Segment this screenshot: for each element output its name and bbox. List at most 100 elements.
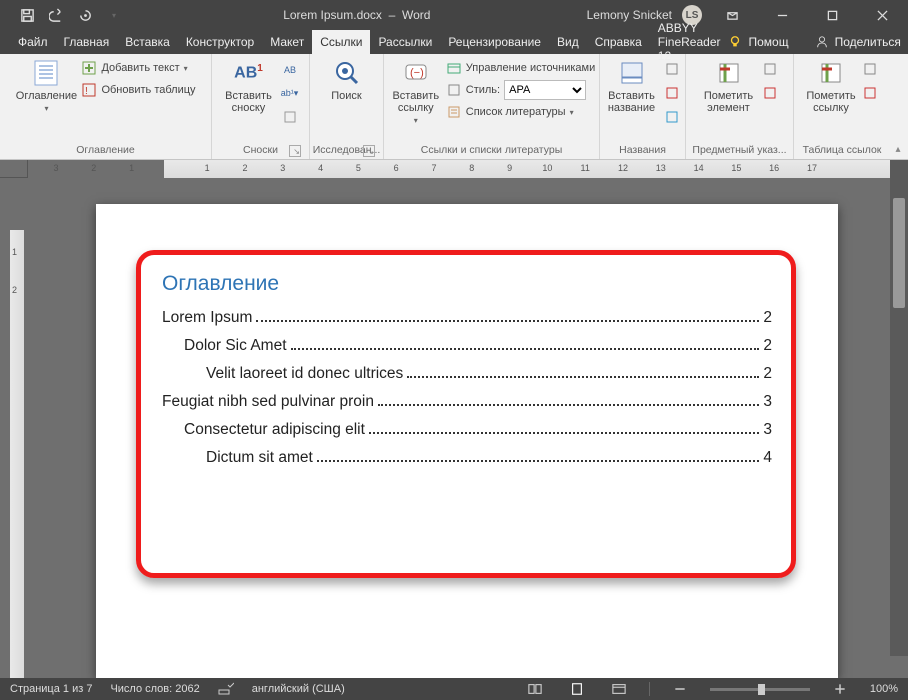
caption-sub3-button[interactable]	[661, 106, 683, 128]
workspace: 3211234567891011121314151617 12 Оглавлен…	[0, 160, 908, 678]
footnote-next-button[interactable]: ab¹▾	[279, 82, 301, 104]
group-authorities-label: Таблица ссылок	[803, 144, 882, 156]
doc-name: Lorem Ipsum.docx	[283, 8, 382, 22]
title-bar: ▾ Lorem Ipsum.docx – Word Lemony Snicket…	[0, 0, 908, 30]
collapse-ribbon-button[interactable]: ▴	[890, 54, 906, 159]
insert-caption-button[interactable]: Вставить название	[603, 58, 661, 114]
zoom-in-button[interactable]	[828, 680, 852, 698]
index-sub1-button[interactable]	[759, 58, 781, 80]
vertical-scrollbar[interactable]	[890, 160, 908, 656]
tab-references[interactable]: Ссылки	[312, 30, 370, 54]
status-page[interactable]: Страница 1 из 7	[10, 683, 92, 695]
group-footnotes: AB1 Вставить сноску AB ab¹▾ Сноски ↘	[212, 54, 310, 159]
ruler-tick: 3	[280, 163, 285, 173]
ruler-tick: 6	[394, 163, 399, 173]
tab-help[interactable]: Справка	[587, 30, 650, 54]
tab-view[interactable]: Вид	[549, 30, 587, 54]
qat-customize-button[interactable]: ▾	[101, 2, 127, 28]
footnote-show-button[interactable]	[279, 106, 301, 128]
mark-entry-button[interactable]: Пометить элемент	[699, 58, 759, 114]
zoom-slider[interactable]	[710, 688, 810, 691]
footnotes-launcher[interactable]: ↘	[289, 145, 301, 157]
ruler-tick: 2	[91, 163, 96, 173]
web-layout-button[interactable]	[607, 680, 631, 698]
ruler-tick: 5	[356, 163, 361, 173]
maximize-button[interactable]	[812, 0, 852, 30]
tab-file[interactable]: Файл	[10, 30, 56, 54]
insert-citation-button[interactable]: (−) Вставить ссылку▾	[388, 58, 444, 125]
minimize-button[interactable]	[762, 0, 802, 30]
auth-sub2-button[interactable]	[859, 82, 881, 104]
status-bar: Страница 1 из 7 Число слов: 2062 английс…	[0, 678, 908, 700]
tab-home[interactable]: Главная	[56, 30, 118, 54]
caption-sub1-button[interactable]	[661, 58, 683, 80]
toc-label: Оглавление	[16, 90, 77, 102]
separator	[649, 682, 650, 696]
tab-layout[interactable]: Макет	[262, 30, 312, 54]
toc-button[interactable]: Оглавление ▾	[15, 58, 77, 113]
svg-text:!: !	[85, 86, 88, 97]
citation-style-select[interactable]: APA	[504, 80, 586, 100]
tab-design[interactable]: Конструктор	[178, 30, 262, 54]
window-title: Lorem Ipsum.docx – Word	[127, 8, 587, 22]
style-icon	[446, 82, 462, 98]
quick-access-toolbar: ▾	[0, 2, 127, 28]
tab-insert[interactable]: Вставка	[117, 30, 178, 54]
status-words[interactable]: Число слов: 2062	[110, 683, 199, 695]
ruler-tick: 1	[12, 247, 17, 257]
zoom-level[interactable]: 100%	[870, 683, 898, 695]
ruler-tick: 10	[542, 163, 552, 173]
citation-style-row: Стиль: APA	[446, 80, 595, 100]
document-view[interactable]: Оглавление Lorem Ipsum2Dolor Sic Amet2Ve…	[28, 178, 890, 678]
share-button[interactable]: Поделиться	[835, 35, 901, 49]
footnote-sub1-button[interactable]: AB	[279, 58, 301, 80]
group-index-label: Предметный указ...	[692, 144, 786, 156]
tell-me-input[interactable]: Помощ	[748, 35, 788, 49]
update-icon: !	[81, 82, 97, 98]
redo-button[interactable]	[72, 2, 98, 28]
ruler-tick: 9	[507, 163, 512, 173]
mark-citation-icon	[816, 58, 846, 88]
zoom-knob[interactable]	[758, 684, 765, 695]
auth-sub1-button[interactable]	[859, 58, 881, 80]
vertical-ruler[interactable]: 12	[0, 178, 28, 678]
caption-sub2-button[interactable]	[661, 82, 683, 104]
update-table-button[interactable]: ! Обновить таблицу	[81, 80, 195, 100]
status-language[interactable]: английский (США)	[252, 683, 345, 695]
ruler-corner[interactable]	[0, 160, 28, 178]
tab-abbyy[interactable]: ABBYY FineReader 12	[650, 30, 729, 54]
search-icon	[332, 58, 362, 88]
manage-sources-icon	[446, 60, 462, 76]
add-text-button[interactable]: Добавить текст▾	[81, 58, 195, 78]
spellcheck-icon[interactable]	[218, 681, 234, 698]
user-name[interactable]: Lemony Snicket	[587, 8, 672, 22]
close-button[interactable]	[862, 0, 902, 30]
save-button[interactable]	[14, 2, 40, 28]
mark-citation-button[interactable]: Пометить ссылку	[803, 58, 859, 114]
ribbon: Оглавление ▾ Добавить текст▾ ! Обновить …	[0, 54, 908, 160]
svg-text:(−): (−)	[410, 67, 424, 79]
group-toc-label: Оглавление	[76, 144, 135, 156]
read-mode-button[interactable]	[523, 680, 547, 698]
print-layout-button[interactable]	[565, 680, 589, 698]
group-footnotes-label: Сноски	[243, 144, 278, 156]
insert-footnote-button[interactable]: AB1 Вставить сноску	[221, 58, 277, 114]
scroll-thumb[interactable]	[893, 198, 905, 308]
tab-review[interactable]: Рецензирование	[440, 30, 549, 54]
app-name: Word	[402, 8, 430, 22]
horizontal-ruler[interactable]: 3211234567891011121314151617	[28, 160, 890, 178]
manage-sources-button[interactable]: Управление источниками	[446, 58, 595, 78]
ruler-tick: 12	[618, 163, 628, 173]
group-authorities: Пометить ссылку Таблица ссылок	[794, 54, 890, 159]
research-launcher[interactable]: ↘	[363, 145, 375, 157]
tab-mailings[interactable]: Рассылки	[370, 30, 440, 54]
bibliography-button[interactable]: Список литературы▾	[446, 102, 595, 122]
title-right: Lemony Snicket LS	[587, 0, 908, 30]
ruler-tick: 1	[129, 163, 134, 173]
zoom-out-button[interactable]	[668, 680, 692, 698]
undo-button[interactable]	[43, 2, 69, 28]
ruler-tick: 7	[431, 163, 436, 173]
smart-lookup-button[interactable]: Поиск	[317, 58, 377, 102]
caption-icon	[617, 58, 647, 88]
index-sub2-button[interactable]	[759, 82, 781, 104]
